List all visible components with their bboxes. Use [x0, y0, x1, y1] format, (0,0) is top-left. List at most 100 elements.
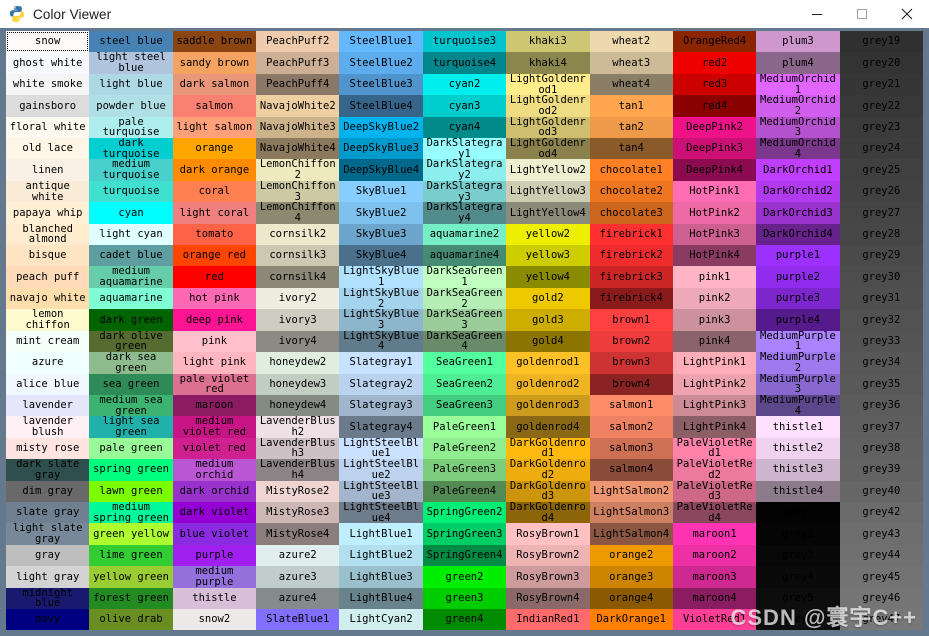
maximize-button[interactable]: [839, 0, 884, 28]
color-swatch[interactable]: grey44: [839, 544, 923, 567]
color-swatch[interactable]: navy: [6, 608, 90, 630]
color-swatch[interactable]: honeydew4: [256, 394, 340, 417]
color-swatch[interactable]: navajo white: [6, 287, 90, 310]
color-swatch[interactable]: red4: [672, 95, 757, 117]
color-swatch[interactable]: misty rose: [6, 437, 90, 460]
color-swatch[interactable]: dark green: [89, 309, 173, 331]
color-swatch[interactable]: LavenderBlush2: [256, 416, 340, 438]
color-swatch[interactable]: grey2: [756, 523, 840, 545]
color-swatch[interactable]: DarkSlategray1: [422, 138, 507, 160]
color-swatch[interactable]: lime green: [89, 544, 173, 567]
color-swatch[interactable]: DarkOrchid1: [756, 159, 840, 181]
color-swatch[interactable]: snow: [6, 31, 90, 53]
color-swatch[interactable]: LightBlue3: [339, 566, 423, 588]
color-swatch[interactable]: grey24: [839, 138, 923, 160]
color-swatch[interactable]: grey45: [839, 566, 923, 588]
color-swatch[interactable]: maroon4: [672, 587, 757, 609]
color-swatch[interactable]: cyan: [89, 202, 173, 224]
color-swatch[interactable]: honeydew2: [256, 352, 340, 374]
color-swatch[interactable]: grey38: [839, 437, 923, 460]
color-swatch[interactable]: brown3: [589, 352, 673, 374]
color-swatch[interactable]: SeaGreen3: [422, 394, 507, 417]
color-swatch[interactable]: chocolate3: [589, 202, 673, 224]
color-swatch[interactable]: LightSteelBlue4: [339, 501, 423, 524]
color-swatch[interactable]: grey35: [839, 373, 923, 395]
color-swatch[interactable]: NavajoWhite2: [256, 95, 340, 117]
color-swatch[interactable]: SteelBlue2: [339, 52, 423, 74]
color-swatch[interactable]: thistle3: [756, 459, 840, 481]
color-swatch[interactable]: pale turquoise: [89, 116, 173, 139]
color-swatch[interactable]: LightSkyBlue2: [339, 287, 423, 310]
color-swatch[interactable]: PaleGreen4: [422, 480, 507, 502]
color-swatch[interactable]: yellow green: [89, 566, 173, 588]
color-swatch[interactable]: LemonChiffon2: [256, 159, 340, 181]
color-swatch[interactable]: midnight blue: [6, 587, 90, 609]
color-swatch[interactable]: MediumPurple3: [756, 373, 840, 395]
color-swatch[interactable]: sandy brown: [172, 52, 257, 74]
color-swatch[interactable]: green3: [422, 587, 507, 609]
color-swatch[interactable]: grey22: [839, 95, 923, 117]
color-swatch[interactable]: brown2: [589, 330, 673, 353]
color-swatch[interactable]: Slategray1: [339, 352, 423, 374]
color-swatch[interactable]: grey34: [839, 352, 923, 374]
color-swatch[interactable]: papaya whip: [6, 202, 90, 224]
color-swatch[interactable]: maroon: [172, 394, 257, 417]
color-swatch[interactable]: plum3: [756, 31, 840, 53]
color-swatch[interactable]: NavajoWhite3: [256, 116, 340, 139]
color-swatch[interactable]: dark orchid: [172, 480, 257, 502]
color-swatch[interactable]: green yellow: [89, 523, 173, 545]
color-swatch[interactable]: DarkGoldenrod1: [506, 437, 590, 460]
color-swatch[interactable]: SkyBlue3: [339, 223, 423, 246]
color-swatch[interactable]: turquoise4: [422, 52, 507, 74]
color-swatch[interactable]: olive drab: [89, 608, 173, 630]
color-swatch[interactable]: LightYellow2: [506, 159, 590, 181]
color-swatch[interactable]: brown1: [589, 309, 673, 331]
color-swatch[interactable]: DarkOrchid4: [756, 223, 840, 246]
color-swatch[interactable]: goldenrod4: [506, 416, 590, 438]
color-swatch[interactable]: blue violet: [172, 523, 257, 545]
color-swatch[interactable]: grey30: [839, 266, 923, 288]
color-swatch[interactable]: grey6: [756, 608, 840, 630]
color-swatch[interactable]: coral: [172, 180, 257, 203]
color-swatch[interactable]: turquoise: [89, 180, 173, 203]
color-swatch[interactable]: DeepSkyBlue3: [339, 138, 423, 160]
color-swatch[interactable]: cyan4: [422, 116, 507, 139]
color-swatch[interactable]: deep pink: [172, 309, 257, 331]
color-swatch[interactable]: wheat3: [589, 52, 673, 74]
color-swatch[interactable]: grey36: [839, 394, 923, 417]
color-swatch[interactable]: blanched almond: [6, 223, 90, 246]
color-swatch[interactable]: grey27: [839, 202, 923, 224]
color-swatch[interactable]: DeepPink2: [672, 116, 757, 139]
color-swatch[interactable]: DarkSlategray2: [422, 159, 507, 181]
color-swatch[interactable]: khaki3: [506, 31, 590, 53]
color-swatch[interactable]: LavenderBlush4: [256, 459, 340, 481]
color-swatch[interactable]: light salmon: [172, 116, 257, 139]
color-swatch[interactable]: purple: [172, 544, 257, 567]
color-swatch[interactable]: MediumPurple2: [756, 352, 840, 374]
color-swatch[interactable]: grey21: [839, 73, 923, 96]
color-swatch[interactable]: RosyBrown4: [506, 587, 590, 609]
color-swatch[interactable]: SkyBlue4: [339, 245, 423, 267]
color-swatch[interactable]: grey20: [839, 52, 923, 74]
color-swatch[interactable]: maroon1: [672, 523, 757, 545]
color-swatch[interactable]: PeachPuff2: [256, 31, 340, 53]
color-swatch[interactable]: SkyBlue1: [339, 180, 423, 203]
color-swatch[interactable]: SkyBlue2: [339, 202, 423, 224]
color-swatch[interactable]: yellow2: [506, 223, 590, 246]
color-swatch[interactable]: gold3: [506, 309, 590, 331]
color-swatch[interactable]: gold4: [506, 330, 590, 353]
color-swatch[interactable]: SeaGreen1: [422, 352, 507, 374]
color-swatch[interactable]: cornsilk4: [256, 266, 340, 288]
color-swatch[interactable]: maroon3: [672, 566, 757, 588]
color-swatch[interactable]: LightBlue1: [339, 523, 423, 545]
color-swatch[interactable]: light gray: [6, 566, 90, 588]
color-swatch[interactable]: SlateBlue1: [256, 608, 340, 630]
color-swatch[interactable]: yellow4: [506, 266, 590, 288]
color-swatch[interactable]: LightPink2: [672, 373, 757, 395]
color-swatch[interactable]: HotPink4: [672, 245, 757, 267]
color-swatch[interactable]: bisque: [6, 245, 90, 267]
color-swatch[interactable]: orange4: [589, 587, 673, 609]
color-swatch[interactable]: PaleVioletRed4: [672, 501, 757, 524]
color-swatch[interactable]: turquoise3: [422, 31, 507, 53]
color-swatch[interactable]: grey5: [756, 587, 840, 609]
